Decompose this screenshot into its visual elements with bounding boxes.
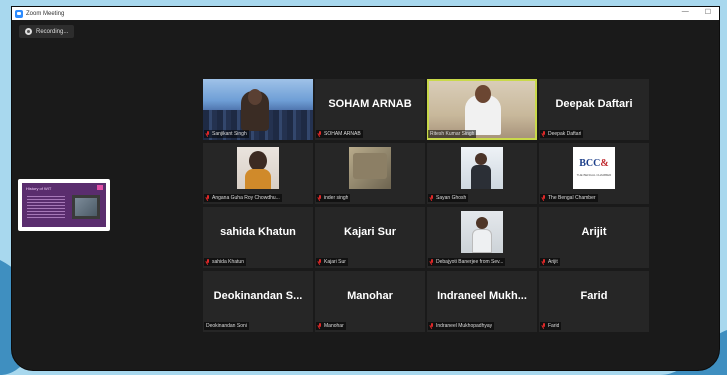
muted-mic-icon xyxy=(430,195,434,201)
gallery-grid: Sanjikant Singh SOHAM ARNAB SOHAM ARNAB … xyxy=(203,79,649,333)
muted-mic-icon xyxy=(318,195,322,201)
muted-mic-icon xyxy=(206,259,210,265)
zoom-app-icon xyxy=(15,9,23,18)
title-bar: Zoom Meeting — ☐ xyxy=(12,7,719,20)
participant-tile[interactable]: Farid Farid xyxy=(539,271,649,332)
profile-photo xyxy=(237,147,279,189)
name-tag: Arijit xyxy=(540,258,560,266)
bcc-logo-subtitle: THE BENGAL CHAMBER xyxy=(576,173,612,177)
muted-mic-icon xyxy=(542,195,546,201)
muted-mic-icon xyxy=(318,259,322,265)
shared-slide: History of WIT xyxy=(22,183,106,227)
slide-text-block xyxy=(27,196,65,218)
muted-mic-icon xyxy=(430,259,434,265)
participant-tile[interactable]: Deokinandan S... Deokinandan Soni xyxy=(203,271,313,332)
participant-display-name: SOHAM ARNAB xyxy=(328,97,412,110)
record-icon xyxy=(25,28,32,35)
muted-mic-icon xyxy=(318,323,322,329)
muted-mic-icon xyxy=(542,259,546,265)
slide-image xyxy=(72,195,100,219)
bcc-logo-text: BCC& xyxy=(579,158,609,169)
name-tag: Indraneel Mukhopadhyay xyxy=(428,322,495,330)
name-tag: SOHAM ARNAB xyxy=(316,130,363,138)
participant-display-name: Farid xyxy=(580,289,608,302)
name-tag: Deokinandan Soni xyxy=(204,322,249,330)
name-tag: Sayan Ghosh xyxy=(428,194,469,202)
participant-display-name: Deokinandan S... xyxy=(213,289,303,302)
participant-tile[interactable]: BCC& THE BENGAL CHAMBER The Bengal Chamb… xyxy=(539,143,649,204)
recording-label: Recording... xyxy=(36,28,69,35)
muted-mic-icon xyxy=(430,323,434,329)
muted-mic-icon xyxy=(206,195,210,201)
participant-tile[interactable]: inder singh xyxy=(315,143,425,204)
profile-photo xyxy=(461,211,503,253)
name-tag: Kajari Sur xyxy=(316,258,348,266)
name-tag: Farid xyxy=(540,322,562,330)
participant-tile[interactable]: Sanjikant Singh xyxy=(203,79,313,140)
participant-display-name: Deepak Daftari xyxy=(555,97,633,110)
name-tag: Angana Guha Roy Chowdhu... xyxy=(204,194,282,202)
participant-tile[interactable]: sahida Khatun sahida Khatun xyxy=(203,207,313,268)
participant-display-name: sahida Khatun xyxy=(220,225,296,238)
participant-tile[interactable]: Debajyoti Banerjee from Sev... xyxy=(427,207,537,268)
participant-tile[interactable]: Indraneel Mukh... Indraneel Mukhopadhyay xyxy=(427,271,537,332)
shared-screen-thumbnail[interactable]: History of WIT xyxy=(18,179,110,231)
profile-photo xyxy=(349,147,391,189)
participant-tile[interactable]: SOHAM ARNAB SOHAM ARNAB xyxy=(315,79,425,140)
name-tag: The Bengal Chamber xyxy=(540,194,598,202)
participant-tile[interactable]: Angana Guha Roy Chowdhu... xyxy=(203,143,313,204)
participant-display-name: Arijit xyxy=(581,225,607,238)
participant-tile[interactable]: Deepak Daftari Deepak Daftari xyxy=(539,79,649,140)
name-tag: Debajyoti Banerjee from Sev... xyxy=(428,258,506,266)
participant-tile[interactable]: Arijit Arijit xyxy=(539,207,649,268)
profile-photo xyxy=(461,147,503,189)
participant-display-name: Manohar xyxy=(347,289,393,302)
name-tag: Ritesh Kumar Singh xyxy=(428,130,477,138)
muted-mic-icon xyxy=(206,131,210,137)
name-tag: Manohar xyxy=(316,322,346,330)
organization-logo: BCC& THE BENGAL CHAMBER xyxy=(573,147,615,189)
name-tag: Deepak Daftari xyxy=(540,130,584,138)
zoom-window: Zoom Meeting — ☐ Recording... History of… xyxy=(11,6,720,371)
muted-mic-icon xyxy=(318,131,322,137)
participant-tile[interactable]: Kajari Sur Kajari Sur xyxy=(315,207,425,268)
participant-tile[interactable]: Sayan Ghosh xyxy=(427,143,537,204)
person-figure xyxy=(241,89,269,131)
participant-display-name: Indraneel Mukh... xyxy=(437,289,527,302)
muted-mic-icon xyxy=(542,323,546,329)
muted-mic-icon xyxy=(542,131,546,137)
minimize-button[interactable]: — xyxy=(682,8,689,16)
name-tag: sahida Khatun xyxy=(204,258,246,266)
recording-indicator[interactable]: Recording... xyxy=(19,25,75,38)
participant-tile[interactable]: Manohar Manohar xyxy=(315,271,425,332)
active-speaker-tile[interactable]: Ritesh Kumar Singh xyxy=(427,79,537,140)
window-title: Zoom Meeting xyxy=(26,10,65,17)
slide-title: History of WIT xyxy=(26,186,52,191)
restore-button[interactable]: ☐ xyxy=(705,8,711,16)
name-tag: inder singh xyxy=(316,194,351,202)
name-tag: Sanjikant Singh xyxy=(204,130,249,138)
person-figure xyxy=(465,85,501,135)
slide-corner-mark xyxy=(97,185,103,190)
participant-display-name: Kajari Sur xyxy=(344,225,396,238)
